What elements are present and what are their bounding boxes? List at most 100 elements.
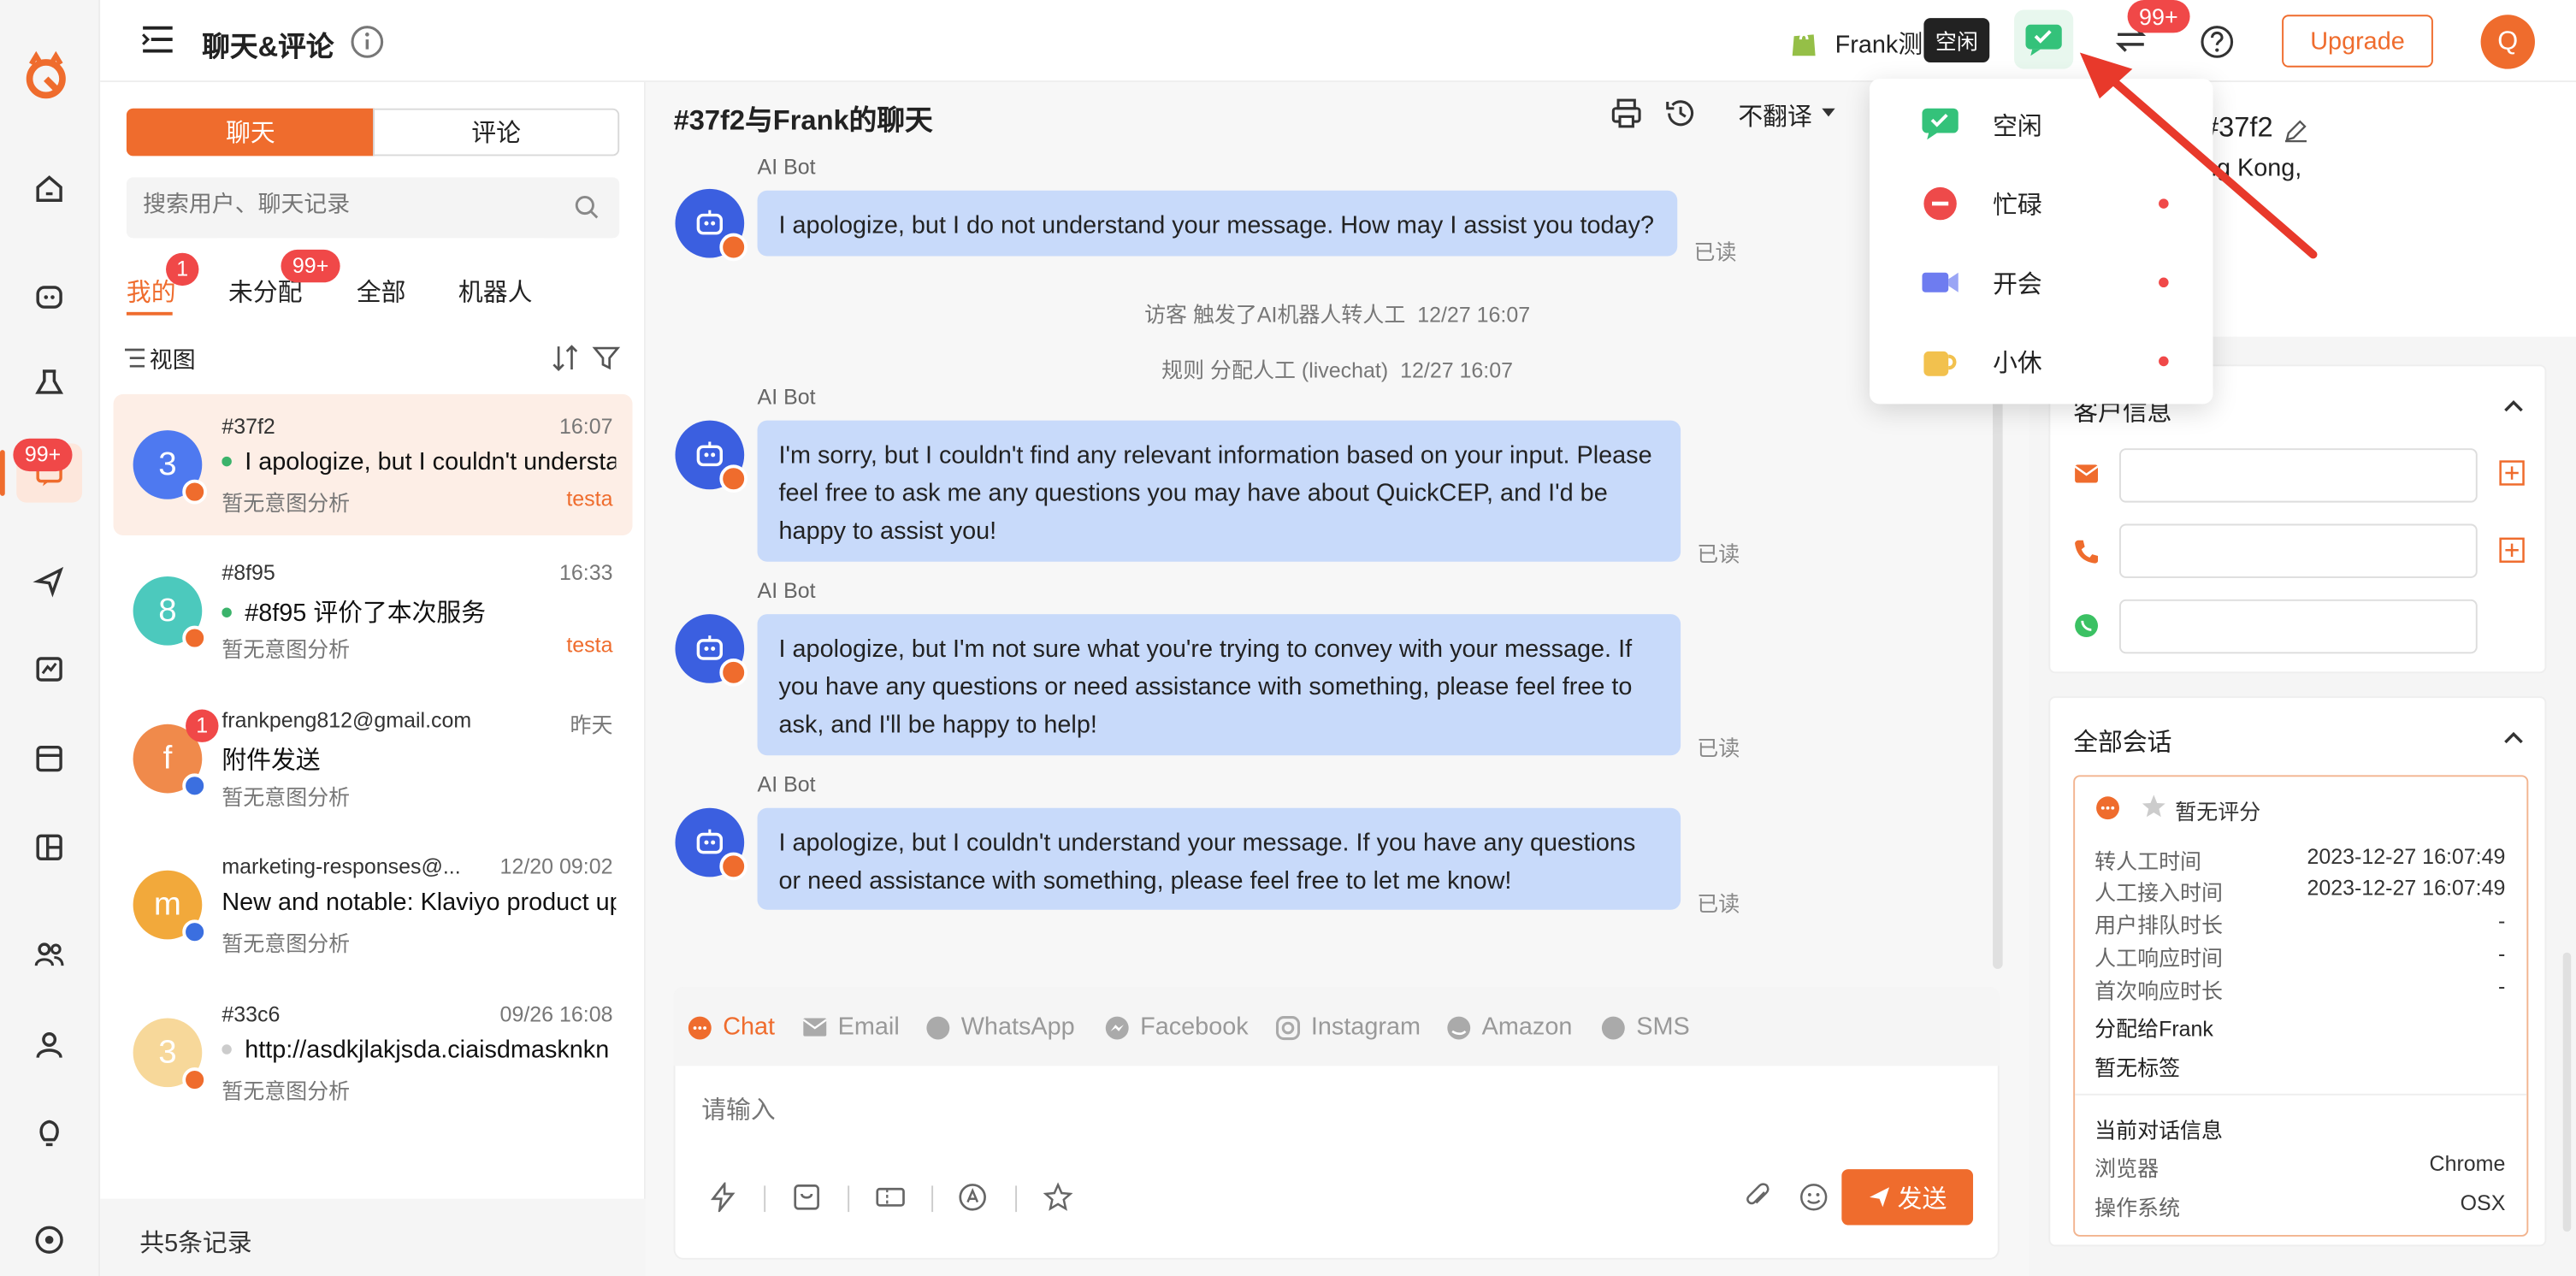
view-label[interactable]: 视图 bbox=[150, 343, 196, 375]
row-key: 操作系统 bbox=[2094, 1195, 2181, 1220]
quick-reply-icon[interactable] bbox=[708, 1182, 738, 1213]
nav-send-icon[interactable] bbox=[16, 552, 82, 611]
status-label: 忙碌 bbox=[1993, 192, 2042, 221]
nav-settings-icon[interactable] bbox=[16, 1210, 82, 1269]
sort-icon[interactable] bbox=[552, 343, 578, 373]
tab-chat[interactable]: 聊天 bbox=[126, 108, 375, 157]
conversation-item[interactable]: m marketing-responses@... 12/20 09:02 Ne… bbox=[114, 834, 633, 975]
message-bubble: I apologize, but I'm not sure what you'r… bbox=[757, 614, 1681, 756]
chevron-down-icon[interactable] bbox=[1820, 107, 1836, 120]
conversation-item[interactable]: 3 #33c6 09/26 16:08 http://asdkjlakjsda.… bbox=[114, 982, 633, 1123]
filter-mine-badge: 1 bbox=[166, 252, 199, 287]
search-input[interactable] bbox=[143, 190, 554, 217]
conversation-last-message: #8f95 评价了本次服务 bbox=[222, 594, 616, 629]
phone-icon bbox=[2073, 539, 2100, 565]
conversation-time: 16:07 bbox=[558, 413, 613, 439]
tab-review[interactable]: 评论 bbox=[373, 108, 620, 157]
product-icon[interactable] bbox=[792, 1183, 822, 1213]
nav-bot-icon[interactable] bbox=[16, 266, 82, 325]
channel-tab-email[interactable]: Email bbox=[801, 1013, 900, 1042]
conversation-item[interactable]: 8 #8f95 16:33 #8f95 评价了本次服务 暂无意图分析 testa bbox=[114, 541, 633, 682]
conversation-item[interactable]: 3 #37f2 16:07 I apologize, but I couldn'… bbox=[113, 393, 633, 535]
tab-label: Email bbox=[837, 1013, 900, 1042]
coupon-icon[interactable] bbox=[874, 1183, 907, 1213]
user-avatar[interactable]: Q bbox=[2480, 15, 2535, 69]
nav-inbox-icon[interactable] bbox=[16, 730, 82, 789]
channel-tab-chat[interactable]: Chat bbox=[687, 1013, 776, 1042]
status-busy-icon bbox=[1919, 184, 1962, 223]
conversation-list-panel: 聊天 评论 我的 1 未分配 99+ 全部 机器人 视图 3 #37f2 16:… bbox=[100, 82, 646, 1276]
email-field[interactable] bbox=[2118, 448, 2478, 503]
current-info-title: 当前对话信息 bbox=[2094, 1118, 2224, 1143]
channel-tab-sms[interactable]: SMS bbox=[1600, 1013, 1690, 1041]
customer-info-card: 客户信息 bbox=[2048, 364, 2547, 674]
emoji-icon[interactable] bbox=[1799, 1183, 1829, 1213]
intent-label: 暂无意图分析 bbox=[222, 637, 351, 662]
channel-tab-facebook[interactable]: Facebook bbox=[1104, 1013, 1249, 1041]
status-option-break[interactable]: 小休 bbox=[1870, 322, 2213, 400]
ai-assist-icon[interactable] bbox=[958, 1183, 988, 1213]
nav-home-icon[interactable] bbox=[16, 159, 82, 218]
system-message: 规则 分配人工 (livechat) 12/27 16:07 bbox=[646, 353, 2029, 384]
page-title: 聊天&评论 bbox=[202, 31, 334, 62]
channel-tab-whatsapp[interactable]: WhatsApp bbox=[925, 1013, 1075, 1041]
channel-tab-instagram[interactable]: Instagram bbox=[1275, 1013, 1421, 1041]
nav-users-icon[interactable] bbox=[16, 925, 82, 984]
email-icon bbox=[802, 1018, 827, 1037]
status-meeting-icon bbox=[1919, 264, 1962, 300]
search-box[interactable] bbox=[126, 177, 620, 239]
avatar-letter: f bbox=[162, 740, 173, 777]
filter-mine[interactable]: 我的 bbox=[127, 275, 176, 309]
history-icon[interactable] bbox=[1664, 97, 1697, 129]
filter-bot[interactable]: 机器人 bbox=[458, 275, 532, 309]
tab-label: Chat bbox=[723, 1013, 776, 1042]
nav-profile-icon[interactable] bbox=[16, 1015, 82, 1074]
whatsapp-field[interactable] bbox=[2118, 599, 2478, 654]
print-icon[interactable] bbox=[1610, 97, 1642, 129]
email-channel-icon bbox=[182, 773, 208, 799]
filter-all[interactable]: 全部 bbox=[357, 275, 406, 309]
tags-label: 暂无标签 bbox=[2094, 1055, 2181, 1081]
nav-layout-icon[interactable] bbox=[16, 818, 82, 877]
session-item[interactable]: 暂无评分 转人工时间 2023-12-27 16:07:49 人工接入时间 2023… bbox=[2073, 775, 2529, 1237]
nav-lab-icon[interactable] bbox=[16, 353, 82, 412]
status-label: 空闲 bbox=[1993, 113, 2042, 142]
row-value: - bbox=[2498, 941, 2506, 966]
attachment-icon[interactable] bbox=[1743, 1183, 1773, 1213]
avatar-letter: 3 bbox=[158, 446, 177, 482]
send-button[interactable]: 发送 bbox=[1841, 1169, 1974, 1226]
star-icon[interactable] bbox=[1043, 1182, 1073, 1213]
chevron-up-icon[interactable] bbox=[2503, 399, 2523, 412]
translate-select[interactable]: 不翻译 bbox=[1738, 98, 1811, 133]
view-list-icon bbox=[123, 348, 146, 368]
search-icon[interactable] bbox=[573, 194, 600, 221]
status-tooltip: 空闲 bbox=[1923, 18, 1990, 62]
system-text: 访客 触发了AI机器人转人工 bbox=[1144, 302, 1406, 328]
row-key: 转人工时间 bbox=[2094, 848, 2202, 874]
all-sessions-title: 全部会话 bbox=[2073, 729, 2172, 758]
chevron-up-icon[interactable] bbox=[2503, 730, 2523, 744]
read-status: 已读 bbox=[1697, 735, 1740, 761]
conversation-id: marketing-responses@... bbox=[222, 854, 461, 879]
status-dot bbox=[2159, 277, 2169, 288]
right-scrollbar[interactable] bbox=[2562, 952, 2572, 1232]
nav-idea-icon[interactable] bbox=[16, 1103, 82, 1162]
add-email-icon[interactable] bbox=[2499, 460, 2526, 487]
message-text: I apologize, but I couldn't understand y… bbox=[245, 448, 616, 476]
row-key: 用户排队时长 bbox=[2094, 913, 2224, 938]
message-input[interactable] bbox=[701, 1091, 1967, 1158]
channel-tab-amazon[interactable]: Amazon bbox=[1445, 1013, 1572, 1041]
info-icon[interactable] bbox=[350, 25, 384, 59]
add-phone-icon[interactable] bbox=[2499, 537, 2526, 564]
email-icon bbox=[2073, 463, 2100, 484]
chat-channel-icon bbox=[182, 479, 208, 505]
visitor-avatar: 3 bbox=[133, 430, 208, 505]
conversation-item[interactable]: f 1 frankpeng812@gmail.com 昨天 附件发送 暂无意图分… bbox=[114, 688, 633, 830]
message-bubble: I apologize, but I do not understand you… bbox=[757, 190, 1678, 257]
menu-toggle-icon[interactable] bbox=[139, 23, 175, 56]
offline-dot bbox=[222, 1044, 232, 1054]
nav-analytics-icon[interactable] bbox=[16, 641, 82, 700]
filter-icon[interactable] bbox=[592, 343, 622, 373]
read-status: 已读 bbox=[1693, 239, 1737, 265]
phone-field[interactable] bbox=[2118, 523, 2478, 578]
